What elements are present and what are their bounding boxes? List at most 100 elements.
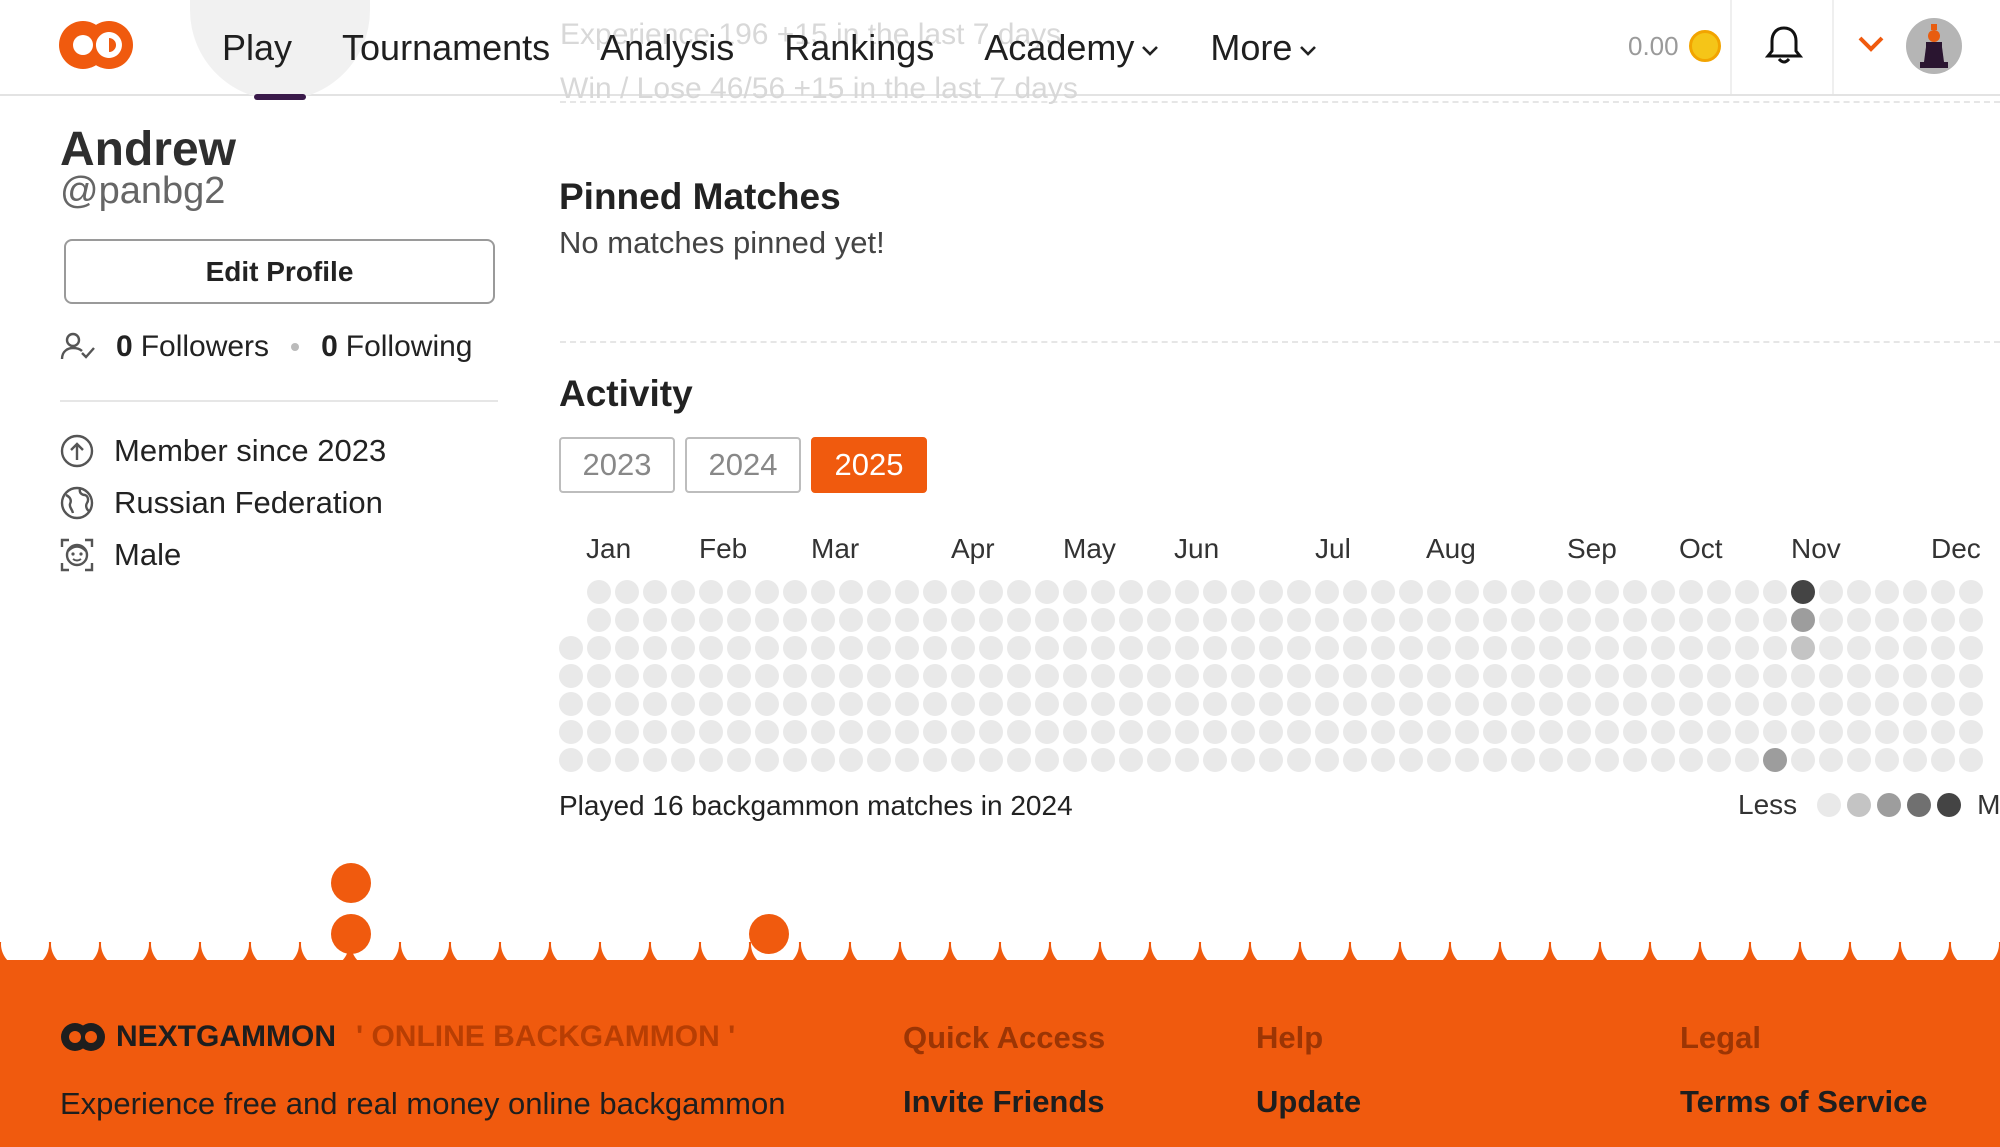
activity-day-cell[interactable] [1343, 664, 1367, 688]
activity-day-cell[interactable] [1343, 748, 1367, 772]
activity-day-cell[interactable] [839, 664, 863, 688]
activity-day-cell[interactable] [1931, 692, 1955, 716]
activity-day-cell[interactable] [1819, 580, 1843, 604]
activity-day-cell[interactable] [1539, 692, 1563, 716]
activity-day-cell[interactable] [811, 748, 835, 772]
activity-day-cell[interactable] [1875, 720, 1899, 744]
activity-day-cell[interactable] [1063, 664, 1087, 688]
activity-day-cell[interactable] [1511, 636, 1535, 660]
activity-day-cell[interactable] [671, 580, 695, 604]
activity-day-cell[interactable] [1679, 664, 1703, 688]
activity-day-cell[interactable] [699, 720, 723, 744]
activity-day-cell[interactable] [615, 748, 639, 772]
activity-day-cell[interactable] [699, 664, 723, 688]
activity-day-cell[interactable] [1455, 608, 1479, 632]
activity-day-cell[interactable] [1679, 608, 1703, 632]
activity-day-cell[interactable] [643, 580, 667, 604]
activity-day-cell[interactable] [1091, 580, 1115, 604]
activity-day-cell[interactable] [1231, 664, 1255, 688]
activity-day-cell[interactable] [1567, 720, 1591, 744]
activity-day-cell[interactable] [1903, 720, 1927, 744]
activity-day-cell[interactable] [1847, 692, 1871, 716]
activity-day-cell[interactable] [1567, 748, 1591, 772]
activity-day-cell[interactable] [951, 608, 975, 632]
nav-tournaments[interactable]: Tournaments [342, 22, 550, 74]
activity-day-cell[interactable] [1399, 692, 1423, 716]
activity-day-cell[interactable] [1091, 664, 1115, 688]
activity-day-cell[interactable] [1539, 720, 1563, 744]
activity-day-cell[interactable] [979, 608, 1003, 632]
activity-day-cell[interactable] [1707, 580, 1731, 604]
activity-day-cell[interactable] [1147, 692, 1171, 716]
activity-day-cell[interactable] [699, 692, 723, 716]
activity-day-cell[interactable] [671, 748, 695, 772]
activity-day-cell[interactable] [559, 720, 583, 744]
activity-day-cell[interactable] [1175, 720, 1199, 744]
activity-day-cell[interactable] [1847, 608, 1871, 632]
activity-day-cell[interactable] [755, 720, 779, 744]
activity-day-cell[interactable] [1931, 636, 1955, 660]
activity-day-cell[interactable] [1287, 608, 1311, 632]
activity-day-cell[interactable] [1931, 664, 1955, 688]
activity-day-cell[interactable] [895, 692, 919, 716]
activity-day-cell[interactable] [1707, 720, 1731, 744]
activity-day-cell[interactable] [1651, 580, 1675, 604]
activity-day-cell[interactable] [1399, 608, 1423, 632]
activity-day-cell[interactable] [1567, 636, 1591, 660]
activity-day-cell[interactable] [1259, 664, 1283, 688]
activity-day-cell[interactable] [1147, 720, 1171, 744]
nav-rankings[interactable]: Rankings [784, 22, 934, 74]
activity-day-cell[interactable] [1735, 748, 1759, 772]
activity-day-cell[interactable] [839, 692, 863, 716]
activity-day-cell[interactable] [755, 664, 779, 688]
activity-day-cell[interactable] [895, 664, 919, 688]
activity-day-cell[interactable] [1959, 748, 1983, 772]
activity-day-cell[interactable] [727, 664, 751, 688]
activity-day-cell[interactable] [1399, 580, 1423, 604]
activity-day-cell[interactable] [1903, 636, 1927, 660]
activity-day-cell[interactable] [1763, 692, 1787, 716]
activity-day-cell[interactable] [1735, 608, 1759, 632]
activity-day-cell[interactable] [1819, 748, 1843, 772]
activity-day-cell[interactable] [979, 692, 1003, 716]
activity-day-cell[interactable] [1147, 664, 1171, 688]
activity-day-cell[interactable] [643, 636, 667, 660]
activity-day-cell[interactable] [1371, 580, 1395, 604]
activity-day-cell[interactable] [1623, 748, 1647, 772]
activity-day-cell[interactable] [1651, 608, 1675, 632]
following-link[interactable]: 0 Following [321, 330, 472, 364]
activity-day-cell[interactable] [587, 720, 611, 744]
activity-day-cell[interactable] [923, 720, 947, 744]
activity-day-cell[interactable] [559, 664, 583, 688]
activity-day-cell[interactable] [867, 580, 891, 604]
activity-day-cell[interactable] [867, 608, 891, 632]
activity-day-cell[interactable] [1511, 608, 1535, 632]
activity-day-cell[interactable] [1203, 748, 1227, 772]
activity-day-cell[interactable] [1707, 748, 1731, 772]
activity-day-cell[interactable] [727, 692, 751, 716]
coin-balance[interactable]: 0.00 [1628, 26, 1721, 66]
activity-day-cell[interactable] [895, 748, 919, 772]
activity-day-cell[interactable] [811, 692, 835, 716]
activity-day-cell[interactable] [559, 636, 583, 660]
activity-day-cell[interactable] [1119, 580, 1143, 604]
activity-day-cell[interactable] [1875, 748, 1899, 772]
activity-day-cell[interactable] [1847, 720, 1871, 744]
activity-day-cell[interactable] [1539, 636, 1563, 660]
activity-day-cell[interactable] [1287, 580, 1311, 604]
activity-day-cell[interactable] [1427, 608, 1451, 632]
activity-day-cell[interactable] [1007, 748, 1031, 772]
activity-day-cell[interactable] [1651, 636, 1675, 660]
activity-day-cell[interactable] [923, 748, 947, 772]
activity-day-cell[interactable] [1651, 692, 1675, 716]
activity-day-cell[interactable] [1679, 720, 1703, 744]
activity-day-cell[interactable] [783, 720, 807, 744]
activity-day-cell[interactable] [1203, 664, 1227, 688]
activity-day-cell[interactable] [1119, 608, 1143, 632]
activity-day-cell[interactable] [1595, 748, 1619, 772]
activity-day-cell[interactable] [671, 636, 695, 660]
activity-day-cell[interactable] [1623, 720, 1647, 744]
activity-day-cell[interactable] [1959, 720, 1983, 744]
activity-day-cell[interactable] [1427, 692, 1451, 716]
activity-day-cell[interactable] [1567, 608, 1591, 632]
